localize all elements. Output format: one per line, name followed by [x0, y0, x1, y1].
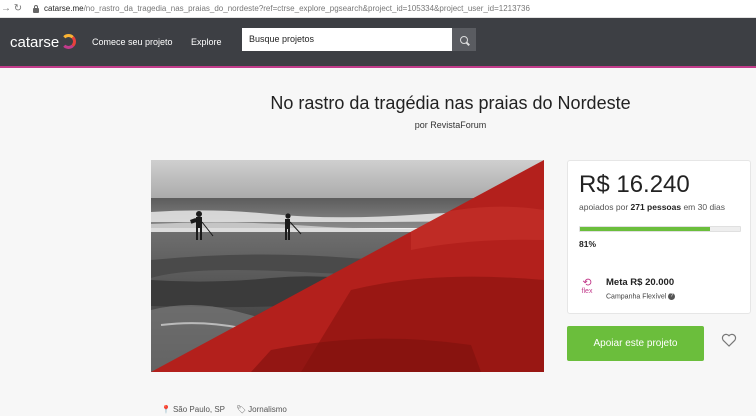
backers-prefix: apoiados por: [579, 202, 631, 212]
project-location[interactable]: 📍 São Paulo, SP: [161, 405, 225, 414]
reload-icon[interactable]: ↻: [12, 3, 24, 14]
project-category[interactable]: 🏷 Jornalismo: [236, 405, 287, 414]
flex-label: flex: [581, 288, 593, 295]
project-author[interactable]: por RevistaForum: [0, 120, 756, 130]
search-input[interactable]: Busque projetos: [242, 28, 452, 51]
location-pin-icon: 📍: [161, 405, 171, 414]
progress-bar: [579, 226, 741, 232]
flex-icon: ⟲ flex: [581, 277, 593, 296]
funding-card: R$ 16.240 apoiados por 271 pessoas em 30…: [567, 160, 751, 314]
campaign-type[interactable]: Campanha Flexível ?: [606, 293, 676, 301]
browser-address-bar: → ↻ catarse.me/no_rastro_da_tragedia_nas…: [0, 0, 756, 18]
backers-text: apoiados por 271 pessoas em 30 dias: [579, 202, 725, 212]
lock-icon: [32, 4, 40, 13]
logo-text: catarse: [10, 34, 60, 51]
search-button[interactable]: [452, 28, 476, 51]
location-label: São Paulo, SP: [172, 405, 226, 414]
goal-amount: Meta R$ 20.000: [606, 277, 675, 288]
nav-explore[interactable]: Explore: [191, 37, 222, 47]
search-icon: [460, 35, 468, 44]
heart-icon[interactable]: [721, 332, 737, 348]
nav-start-project[interactable]: Comece seu projeto: [92, 37, 173, 47]
backers-count: 271 pessoas: [630, 202, 682, 212]
project-image[interactable]: [151, 160, 544, 372]
url-domain: catarse.me: [44, 4, 84, 13]
url-field[interactable]: catarse.me/no_rastro_da_tragedia_nas_pra…: [44, 4, 530, 13]
arrow-right-icon[interactable]: →: [0, 3, 12, 14]
search-bar: Busque projetos: [242, 28, 476, 51]
url-path: /no_rastro_da_tragedia_nas_praias_do_nor…: [83, 4, 530, 13]
catarse-logo[interactable]: catarse: [10, 33, 77, 51]
tag-icon: 🏷: [236, 405, 247, 414]
help-icon[interactable]: ?: [668, 293, 676, 300]
backers-suffix: em 30 dias: [681, 202, 726, 212]
amount-raised: R$ 16.240: [579, 171, 690, 198]
support-project-button[interactable]: Apoiar este projeto: [567, 326, 704, 361]
campaign-type-label: Campanha Flexível: [606, 293, 667, 301]
site-header: catarse Comece seu projeto Explore Busqu…: [0, 18, 756, 68]
category-label: Jornalismo: [248, 405, 287, 414]
progress-fill: [580, 227, 710, 231]
logo-mark-icon: [61, 33, 77, 49]
project-title: No rastro da tragédia nas praias do Nord…: [270, 93, 631, 113]
beach-photo: [151, 160, 544, 372]
progress-percent: 81%: [579, 239, 597, 249]
